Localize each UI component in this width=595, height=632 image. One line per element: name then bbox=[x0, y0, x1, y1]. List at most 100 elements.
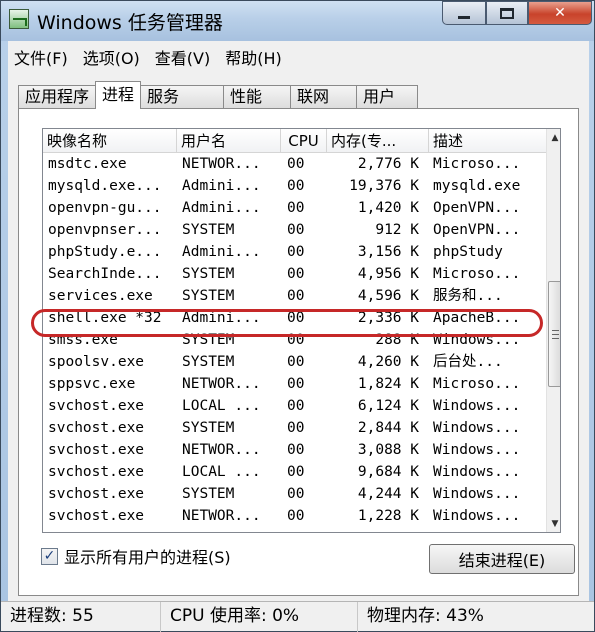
window-title: Windows 任务管理器 bbox=[37, 12, 223, 34]
process-memory: 288 K bbox=[375, 332, 419, 348]
column-image-name[interactable]: 映像名称 bbox=[43, 129, 177, 153]
process-cpu: 00 bbox=[287, 420, 305, 436]
process-name: sppsvc.exe bbox=[48, 376, 136, 392]
process-row[interactable]: services.exe SYSTEM 00 4,596 K 服务和... bbox=[43, 285, 547, 307]
end-process-button[interactable]: 结束进程(E) bbox=[429, 544, 575, 574]
process-description: Windows... bbox=[433, 508, 521, 524]
process-name: svchost.exe bbox=[48, 420, 145, 436]
status-cpu-usage: CPU 使用率: 0% bbox=[161, 602, 358, 632]
process-user: NETWOR... bbox=[182, 508, 261, 524]
process-cpu: 00 bbox=[287, 178, 305, 194]
process-row[interactable]: sppsvc.exe NETWOR... 00 1,824 K Microso... bbox=[43, 373, 547, 395]
process-row[interactable]: svchost.exe SYSTEM 00 2,844 K Windows... bbox=[43, 417, 547, 439]
process-row[interactable]: smss.exe SYSTEM 00 288 K Windows... bbox=[43, 329, 547, 351]
process-user: SYSTEM bbox=[182, 222, 235, 238]
process-name: svchost.exe bbox=[48, 486, 145, 502]
process-name: openvpn-gu... bbox=[48, 200, 162, 216]
scroll-up-arrow-icon[interactable]: ▲ bbox=[547, 129, 560, 146]
process-name: phpStudy.e... bbox=[48, 244, 162, 260]
process-name: services.exe bbox=[48, 288, 153, 304]
maximize-button[interactable] bbox=[486, 1, 528, 25]
menu-help[interactable]: 帮助(H) bbox=[225, 45, 282, 69]
process-row[interactable]: svchost.exe SYSTEM 00 4,244 K Windows... bbox=[43, 483, 547, 505]
process-row[interactable]: phpStudy.e... Admini... 00 3,156 K phpStudy bbox=[43, 241, 547, 263]
process-description: Windows... bbox=[433, 332, 521, 348]
process-cpu: 00 bbox=[287, 354, 305, 370]
process-name: svchost.exe bbox=[48, 442, 145, 458]
client-area: 应用程序 进程 服务 性能 联网 用户 映像名称 用户名 CPU 内存(专...… bbox=[8, 73, 589, 601]
process-row[interactable]: spoolsv.exe SYSTEM 00 4,260 K 后台处... bbox=[43, 351, 547, 373]
process-row[interactable]: openvpn-gu... Admini... 00 1,420 K OpenVPN..… bbox=[43, 197, 547, 219]
process-name: msdtc.exe bbox=[48, 156, 127, 172]
vertical-scrollbar[interactable]: ▲ ▼ bbox=[546, 129, 560, 532]
status-bar: 进程数: 55 CPU 使用率: 0% 物理内存: 43% bbox=[1, 601, 594, 632]
process-memory: 912 K bbox=[375, 222, 419, 238]
close-button[interactable]: ✕ bbox=[528, 1, 592, 25]
process-user: SYSTEM bbox=[182, 288, 235, 304]
process-cpu: 00 bbox=[287, 244, 305, 260]
tab-performance[interactable]: 性能 bbox=[223, 85, 292, 109]
process-description: Windows... bbox=[433, 464, 521, 480]
column-cpu[interactable]: CPU bbox=[281, 129, 327, 153]
process-user: LOCAL ... bbox=[182, 464, 261, 480]
column-description[interactable]: 描述 bbox=[429, 129, 547, 153]
status-physical-memory: 物理内存: 43% bbox=[367, 606, 484, 626]
menu-options[interactable]: 选项(O) bbox=[83, 45, 140, 69]
process-name: svchost.exe bbox=[48, 398, 145, 414]
process-memory: 1,228 K bbox=[357, 508, 419, 524]
process-row[interactable]: openvpnser... SYSTEM 00 912 K OpenVPN... bbox=[43, 219, 547, 241]
close-icon: ✕ bbox=[554, 5, 566, 21]
grip-icon bbox=[551, 329, 559, 339]
tab-networking[interactable]: 联网 bbox=[290, 85, 358, 109]
process-cpu: 00 bbox=[287, 376, 305, 392]
process-cpu: 00 bbox=[287, 200, 305, 216]
tab-services[interactable]: 服务 bbox=[140, 85, 225, 109]
menu-file[interactable]: 文件(F) bbox=[14, 45, 68, 69]
menu-view[interactable]: 查看(V) bbox=[155, 45, 210, 69]
process-description: ApacheB... bbox=[433, 310, 521, 326]
process-row[interactable]: msdtc.exe NETWOR... 00 2,776 K Microso... bbox=[43, 153, 547, 175]
tab-applications[interactable]: 应用程序 bbox=[18, 85, 97, 109]
show-all-users-checkbox[interactable]: ✓ bbox=[41, 547, 58, 565]
minimize-button[interactable] bbox=[442, 1, 486, 25]
process-cpu: 00 bbox=[287, 266, 305, 282]
process-memory: 4,260 K bbox=[357, 354, 419, 370]
process-user: Admini... bbox=[182, 244, 261, 260]
process-user: NETWOR... bbox=[182, 376, 261, 392]
scroll-down-arrow-icon[interactable]: ▼ bbox=[547, 515, 560, 532]
processes-panel: 映像名称 用户名 CPU 内存(专... 描述 msdtc.exe NETWOR.… bbox=[18, 108, 579, 596]
process-row[interactable]: svchost.exe NETWOR... 00 1,228 K Windows... bbox=[43, 505, 547, 527]
show-all-users-option[interactable]: ✓ 显示所有用户的进程(S) bbox=[41, 544, 231, 568]
process-description: Microso... bbox=[433, 376, 521, 392]
scroll-thumb[interactable] bbox=[548, 281, 560, 387]
process-description: Windows... bbox=[433, 420, 521, 436]
process-row[interactable]: svchost.exe LOCAL ... 00 9,684 K Windows... bbox=[43, 461, 547, 483]
process-cpu: 00 bbox=[287, 508, 305, 524]
tab-users[interactable]: 用户 bbox=[356, 85, 419, 109]
process-row[interactable]: SearchInde... SYSTEM 00 4,956 K Microso... bbox=[43, 263, 547, 285]
column-user-name[interactable]: 用户名 bbox=[177, 129, 281, 153]
title-bar[interactable]: Windows 任务管理器 ✕ bbox=[1, 1, 594, 41]
process-row[interactable]: svchost.exe LOCAL ... 00 6,124 K Windows... bbox=[43, 395, 547, 417]
process-memory: 3,156 K bbox=[357, 244, 419, 260]
process-row[interactable]: svchost.exe NETWOR... 00 3,088 K Windows... bbox=[43, 439, 547, 461]
process-name: svchost.exe bbox=[48, 508, 145, 524]
process-description: Windows... bbox=[433, 486, 521, 502]
process-cpu: 00 bbox=[287, 288, 305, 304]
process-cpu: 00 bbox=[287, 442, 305, 458]
process-description: Windows... bbox=[433, 398, 521, 414]
process-memory: 1,824 K bbox=[357, 376, 419, 392]
process-name: SearchInde... bbox=[48, 266, 162, 282]
process-cpu: 00 bbox=[287, 310, 305, 326]
column-memory[interactable]: 内存(专... bbox=[327, 129, 429, 153]
process-user: LOCAL ... bbox=[182, 398, 261, 414]
process-row[interactable]: mysqld.exe... Admini... 00 19,376 K mysqld.e… bbox=[43, 175, 547, 197]
process-row[interactable]: shell.exe *32 Admini... 00 2,336 K ApacheB..… bbox=[43, 307, 547, 329]
process-list[interactable]: 映像名称 用户名 CPU 内存(专... 描述 msdtc.exe NETWOR.… bbox=[42, 128, 561, 533]
tab-processes[interactable]: 进程 bbox=[95, 81, 142, 109]
process-memory: 4,244 K bbox=[357, 486, 419, 502]
process-description: Microso... bbox=[433, 266, 521, 282]
process-description: OpenVPN... bbox=[433, 222, 521, 238]
process-memory: 1,420 K bbox=[357, 200, 419, 216]
process-cpu: 00 bbox=[287, 332, 305, 348]
